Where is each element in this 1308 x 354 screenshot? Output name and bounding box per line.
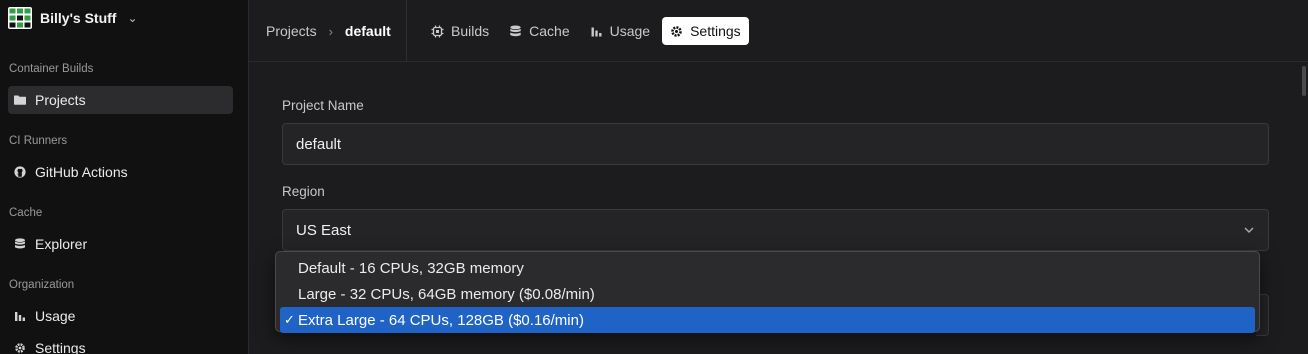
database-icon bbox=[509, 25, 522, 38]
database-icon bbox=[14, 238, 26, 250]
divider bbox=[406, 0, 407, 62]
grid-logo-icon bbox=[8, 7, 32, 29]
cpu-icon bbox=[431, 25, 444, 38]
sidebar-item-usage[interactable]: Usage bbox=[8, 302, 233, 330]
sidebar-item-label: Projects bbox=[35, 92, 86, 108]
tab-usage[interactable]: Usage bbox=[582, 17, 658, 45]
tab-label: Usage bbox=[609, 23, 651, 39]
project-name-label: Project Name bbox=[282, 98, 364, 113]
bar-chart-icon bbox=[14, 310, 26, 322]
tab-label: Cache bbox=[529, 23, 570, 39]
sidebar-item-label: Settings bbox=[35, 340, 86, 354]
sidebar-item-explorer[interactable]: Explorer bbox=[8, 230, 233, 258]
chevron-down-icon: ⌄ bbox=[127, 11, 138, 25]
breadcrumb: Projects › default bbox=[266, 0, 391, 62]
org-name: Billy's Stuff bbox=[40, 10, 117, 26]
project-name-input[interactable]: default bbox=[282, 123, 1269, 165]
breadcrumb-projects-link[interactable]: Projects bbox=[266, 23, 317, 39]
sidebar-item-label: Usage bbox=[35, 308, 76, 324]
tab-cache[interactable]: Cache bbox=[501, 17, 577, 45]
github-icon bbox=[14, 166, 26, 178]
section-label-organization: Organization bbox=[9, 279, 75, 291]
gear-icon bbox=[670, 25, 683, 38]
option-label: Default - 16 CPUs, 32GB memory bbox=[298, 259, 524, 277]
checkmark-icon: ✓ bbox=[284, 312, 295, 327]
region-label: Region bbox=[282, 184, 325, 199]
tab-label: Builds bbox=[451, 23, 490, 39]
sidebar-item-label: GitHub Actions bbox=[35, 164, 128, 180]
sidebar: Billy's Stuff ⌄ Container Builds Project… bbox=[0, 0, 249, 354]
section-label-ci-runners: CI Runners bbox=[9, 135, 68, 147]
tab-label: Settings bbox=[690, 23, 741, 39]
bar-chart-icon bbox=[590, 25, 603, 38]
breadcrumb-current: default bbox=[344, 23, 391, 39]
sidebar-item-github-actions[interactable]: GitHub Actions bbox=[8, 158, 233, 186]
top-bar: Projects › default Builds Cache Usage Se… bbox=[249, 0, 1308, 62]
dropdown-option-extra-large[interactable]: ✓ Extra Large - 64 CPUs, 128GB ($0.16/mi… bbox=[280, 307, 1255, 333]
dropdown-option-large[interactable]: Large - 32 CPUs, 64GB memory ($0.08/min) bbox=[280, 281, 1255, 307]
scrollbar[interactable] bbox=[1300, 63, 1308, 354]
option-label: Extra Large - 64 CPUs, 128GB ($0.16/min) bbox=[298, 311, 584, 329]
chevron-right-icon: › bbox=[328, 23, 333, 39]
region-select[interactable]: US East bbox=[282, 209, 1269, 251]
folder-icon bbox=[14, 94, 26, 106]
section-label-container-builds: Container Builds bbox=[9, 63, 94, 75]
dropdown-option-default[interactable]: Default - 16 CPUs, 32GB memory bbox=[280, 255, 1255, 281]
tab-builds[interactable]: Builds bbox=[423, 17, 497, 45]
section-label-cache: Cache bbox=[9, 207, 43, 219]
chevron-down-icon bbox=[1244, 227, 1254, 234]
sidebar-item-settings[interactable]: Settings bbox=[8, 334, 233, 354]
scrollbar-thumb[interactable] bbox=[1302, 66, 1306, 96]
org-switcher[interactable]: Billy's Stuff ⌄ bbox=[8, 7, 138, 29]
sidebar-item-projects[interactable]: Projects bbox=[8, 86, 233, 114]
tab-settings[interactable]: Settings bbox=[662, 17, 749, 45]
project-tabs: Builds Cache Usage Settings bbox=[423, 17, 749, 45]
region-select-value: US East bbox=[296, 221, 352, 239]
sidebar-item-label: Explorer bbox=[35, 236, 88, 252]
machine-size-dropdown: Default - 16 CPUs, 32GB memory Large - 3… bbox=[275, 251, 1260, 333]
option-label: Large - 32 CPUs, 64GB memory ($0.08/min) bbox=[298, 285, 595, 303]
gear-icon bbox=[14, 342, 26, 354]
